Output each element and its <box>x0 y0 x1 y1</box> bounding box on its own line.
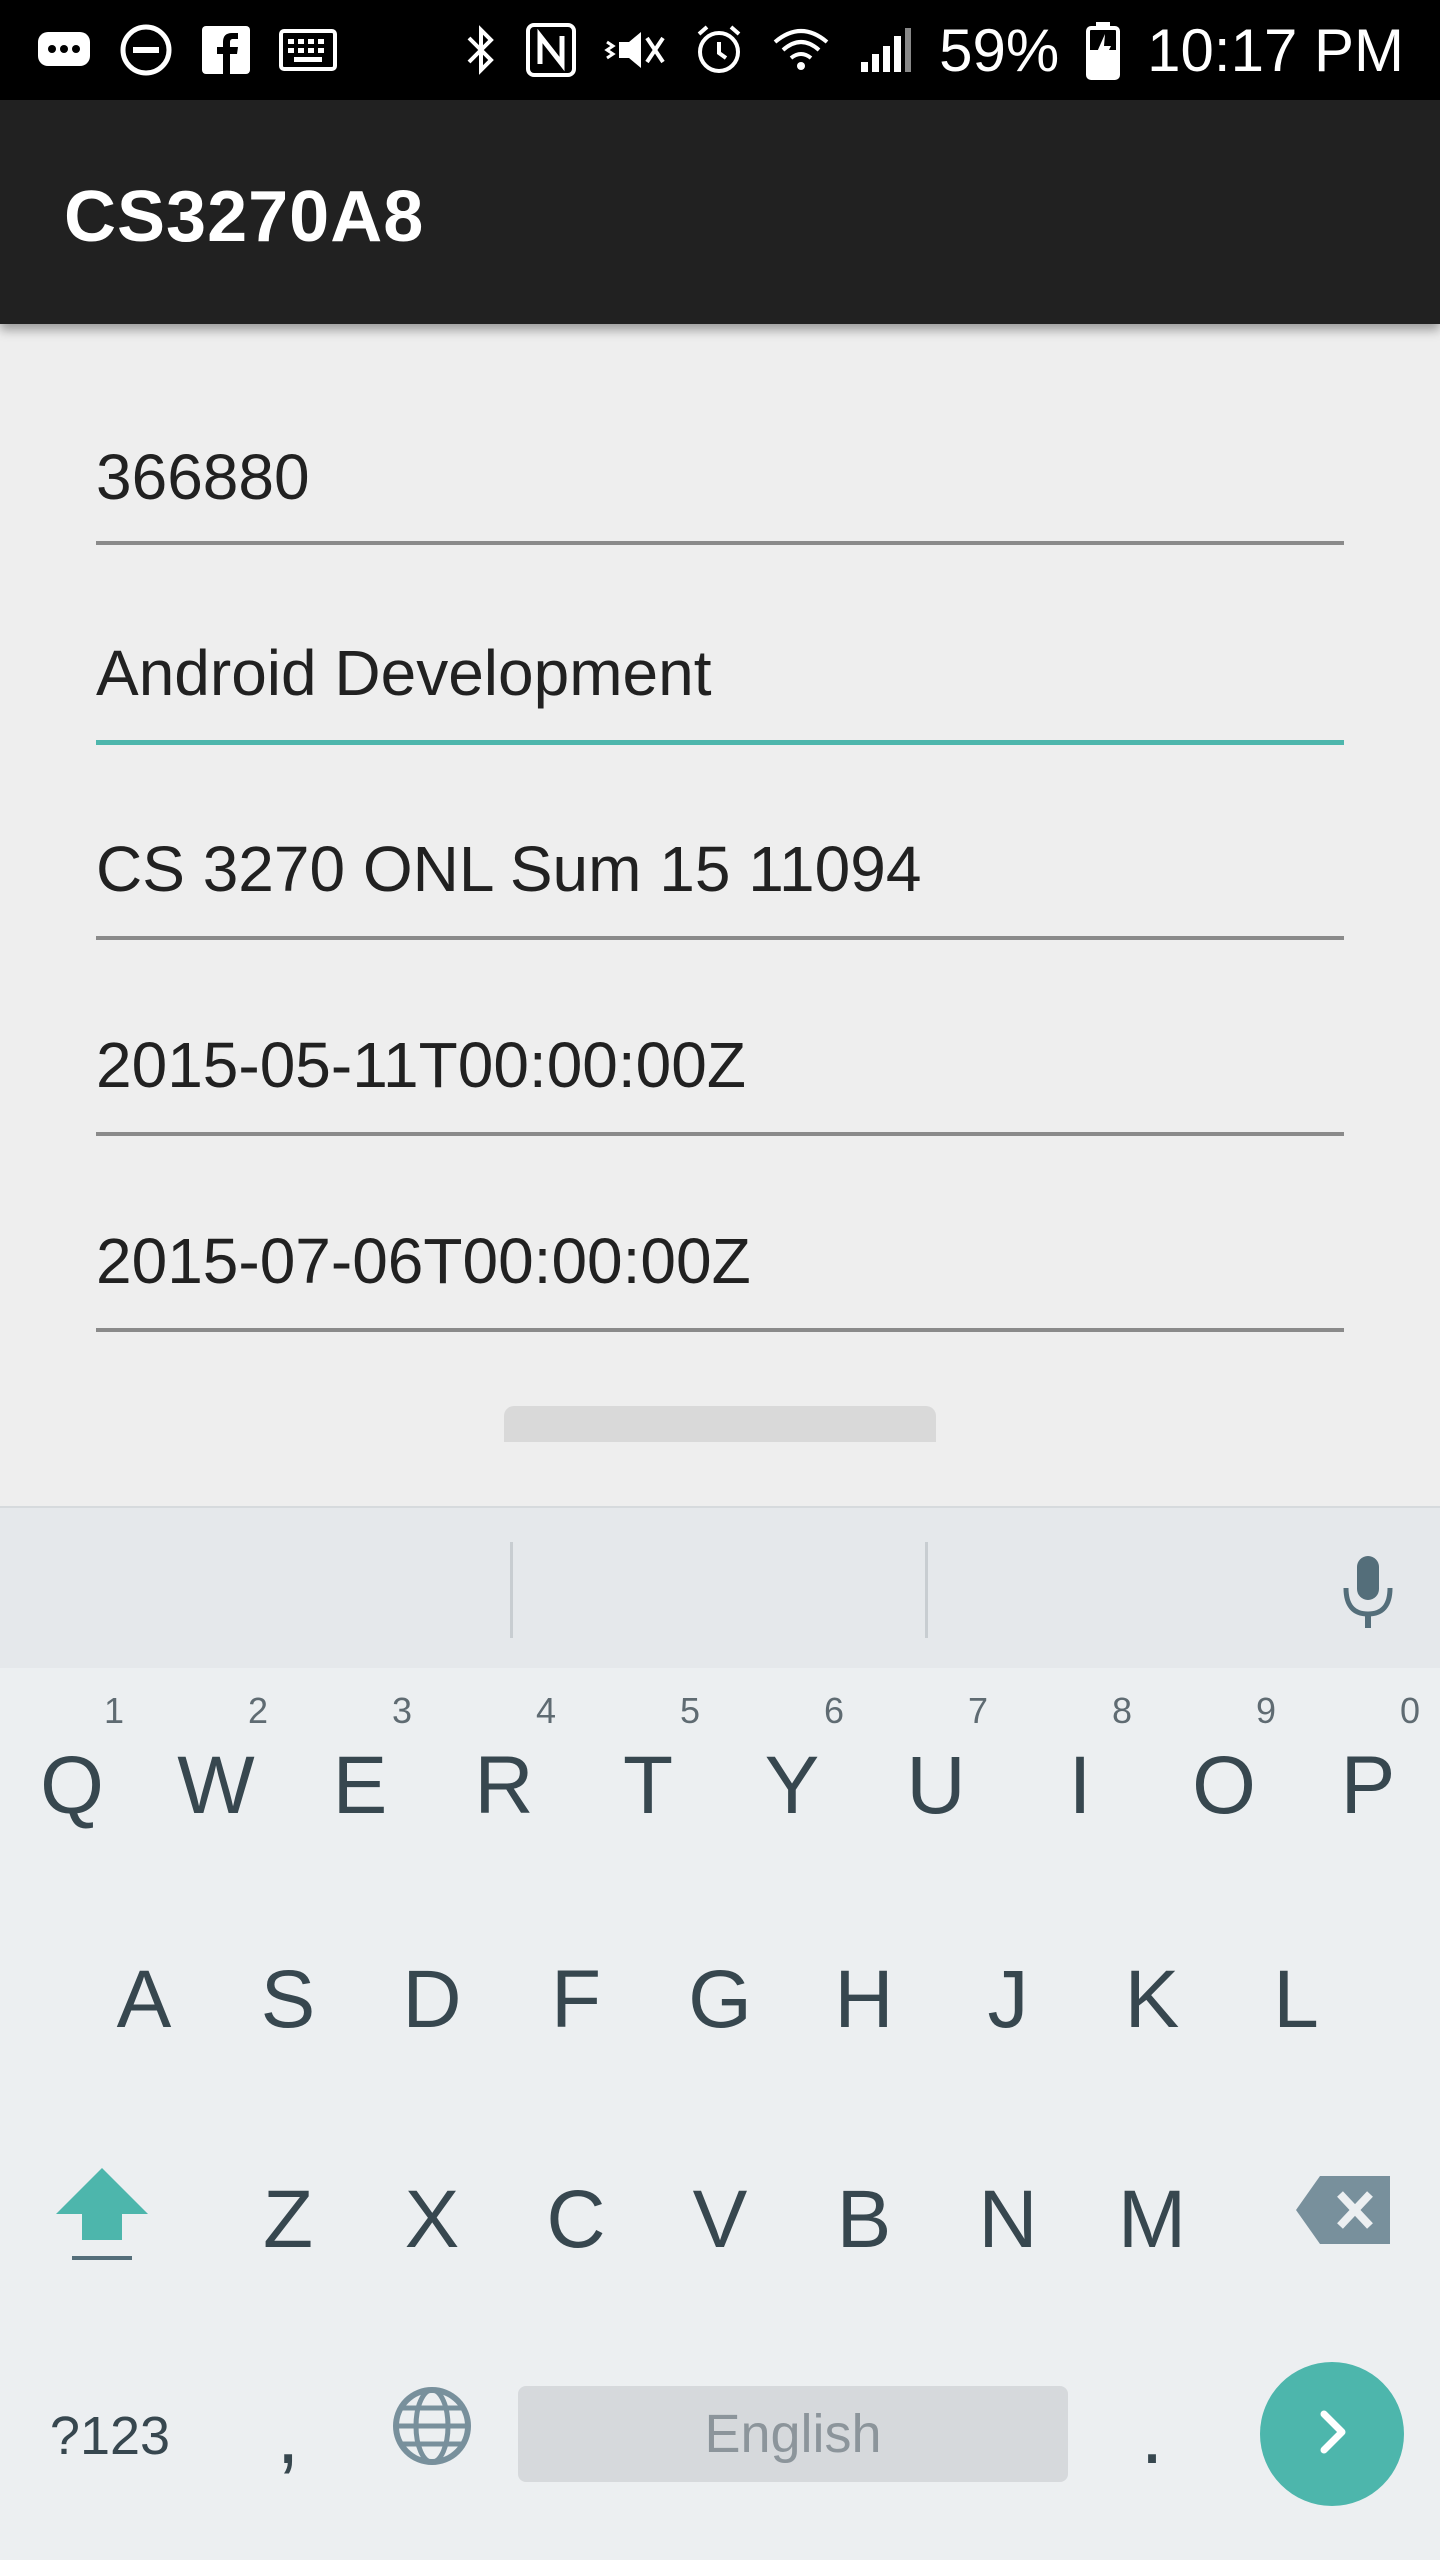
key-hint: 4 <box>536 1690 557 1731</box>
key-hint: 2 <box>248 1690 269 1731</box>
course-name-field[interactable]: Android Development <box>96 624 1344 748</box>
course-code-value: CS 3270 ONL Sum 15 11094 <box>96 833 922 905</box>
soft-keyboard: Q 1 W 2 E 3 R 4 T 5 Y 6 U 7 I 8 O 9 P 0 … <box>0 1506 1440 2560</box>
key-label: P <box>1340 1740 1396 1831</box>
course-code-field[interactable]: CS 3270 ONL Sum 15 11094 <box>96 820 1344 944</box>
key-label: E <box>332 1740 388 1831</box>
key-l[interactable]: L <box>1224 1920 1368 2080</box>
field-underline <box>96 936 1344 940</box>
language-key[interactable] <box>372 2376 492 2496</box>
do-not-disturb-icon <box>118 22 174 78</box>
key-b[interactable]: B <box>792 2140 936 2300</box>
key-m[interactable]: M <box>1080 2140 1224 2300</box>
shift-icon <box>52 2160 152 2280</box>
app-title: CS3270A8 <box>64 177 425 257</box>
end-date-field[interactable]: 2015-07-06T00:00:00Z <box>96 1212 1344 1336</box>
signal-icon <box>857 24 913 76</box>
facebook-icon <box>200 24 252 76</box>
key-label: R <box>474 1740 534 1831</box>
field-underline <box>96 1132 1344 1136</box>
keyboard-icon <box>278 28 338 72</box>
key-label: O <box>1192 1740 1256 1831</box>
key-c[interactable]: C <box>504 2140 648 2300</box>
key-d[interactable]: D <box>360 1920 504 2080</box>
course-name-value: Android Development <box>96 637 712 709</box>
key-v[interactable]: V <box>648 2140 792 2300</box>
alarm-icon <box>693 22 745 78</box>
key-a[interactable]: A <box>72 1920 216 2080</box>
clock: 10:17 PM <box>1147 16 1404 84</box>
key-hint: 8 <box>1112 1690 1133 1731</box>
key-label: I <box>1068 1740 1092 1831</box>
suggestion-divider <box>925 1542 928 1638</box>
battery-charging-icon <box>1085 20 1121 80</box>
key-label: W <box>177 1740 255 1831</box>
key-n[interactable]: N <box>936 2140 1080 2300</box>
period-key[interactable]: . <box>1092 2376 1212 2496</box>
shift-key[interactable] <box>30 2140 174 2300</box>
battery-percent: 59% <box>939 16 1060 84</box>
course-id-value: 366880 <box>96 441 310 513</box>
bluetooth-icon <box>463 22 499 78</box>
backspace-key[interactable] <box>1272 2140 1416 2300</box>
key-k[interactable]: K <box>1080 1920 1224 2080</box>
enter-key[interactable] <box>1260 2362 1404 2506</box>
status-bar: 59% 10:17 PM <box>0 0 1440 100</box>
key-g[interactable]: G <box>648 1920 792 2080</box>
suggestion-strip <box>0 1506 1440 1668</box>
key-hint: 3 <box>392 1690 413 1731</box>
messenger-icon <box>36 26 92 74</box>
course-id-field[interactable]: 366880 <box>96 428 1344 548</box>
key-s[interactable]: S <box>216 1920 360 2080</box>
key-hint: 0 <box>1400 1690 1421 1731</box>
wifi-icon <box>771 22 831 78</box>
key-f[interactable]: F <box>504 1920 648 2080</box>
key-hint: 9 <box>1256 1690 1277 1731</box>
key-z[interactable]: Z <box>216 2140 360 2300</box>
microphone-icon[interactable] <box>1338 1552 1398 1637</box>
key-label: U <box>906 1740 966 1831</box>
key-label: Q <box>40 1740 104 1831</box>
start-date-value: 2015-05-11T00:00:00Z <box>96 1029 746 1101</box>
space-bar[interactable]: English <box>518 2386 1068 2482</box>
backspace-icon <box>1294 2172 1394 2268</box>
key-hint: 6 <box>824 1690 845 1731</box>
suggestion-divider <box>510 1542 513 1638</box>
bottom-sheet-handle[interactable] <box>504 1406 936 1442</box>
key-hint: 1 <box>104 1690 125 1731</box>
key-j[interactable]: J <box>936 1920 1080 2080</box>
key-label: Y <box>764 1740 820 1831</box>
vibrate-icon <box>603 24 667 76</box>
symbols-key[interactable]: ?123 <box>30 2376 190 2496</box>
nfc-icon <box>525 22 577 78</box>
field-underline <box>96 541 1344 545</box>
comma-key[interactable]: , <box>228 2376 348 2496</box>
app-bar: CS3270A8 <box>0 100 1440 324</box>
chevron-right-icon <box>1302 2402 1362 2467</box>
field-underline-focused <box>96 740 1344 745</box>
key-hint: 5 <box>680 1690 701 1731</box>
globe-icon <box>390 2384 474 2488</box>
start-date-field[interactable]: 2015-05-11T00:00:00Z <box>96 1016 1344 1140</box>
end-date-value: 2015-07-06T00:00:00Z <box>96 1225 751 1297</box>
field-underline <box>96 1328 1344 1332</box>
key-x[interactable]: X <box>360 2140 504 2300</box>
key-h[interactable]: H <box>792 1920 936 2080</box>
key-hint: 7 <box>968 1690 989 1731</box>
key-label: T <box>622 1740 674 1831</box>
